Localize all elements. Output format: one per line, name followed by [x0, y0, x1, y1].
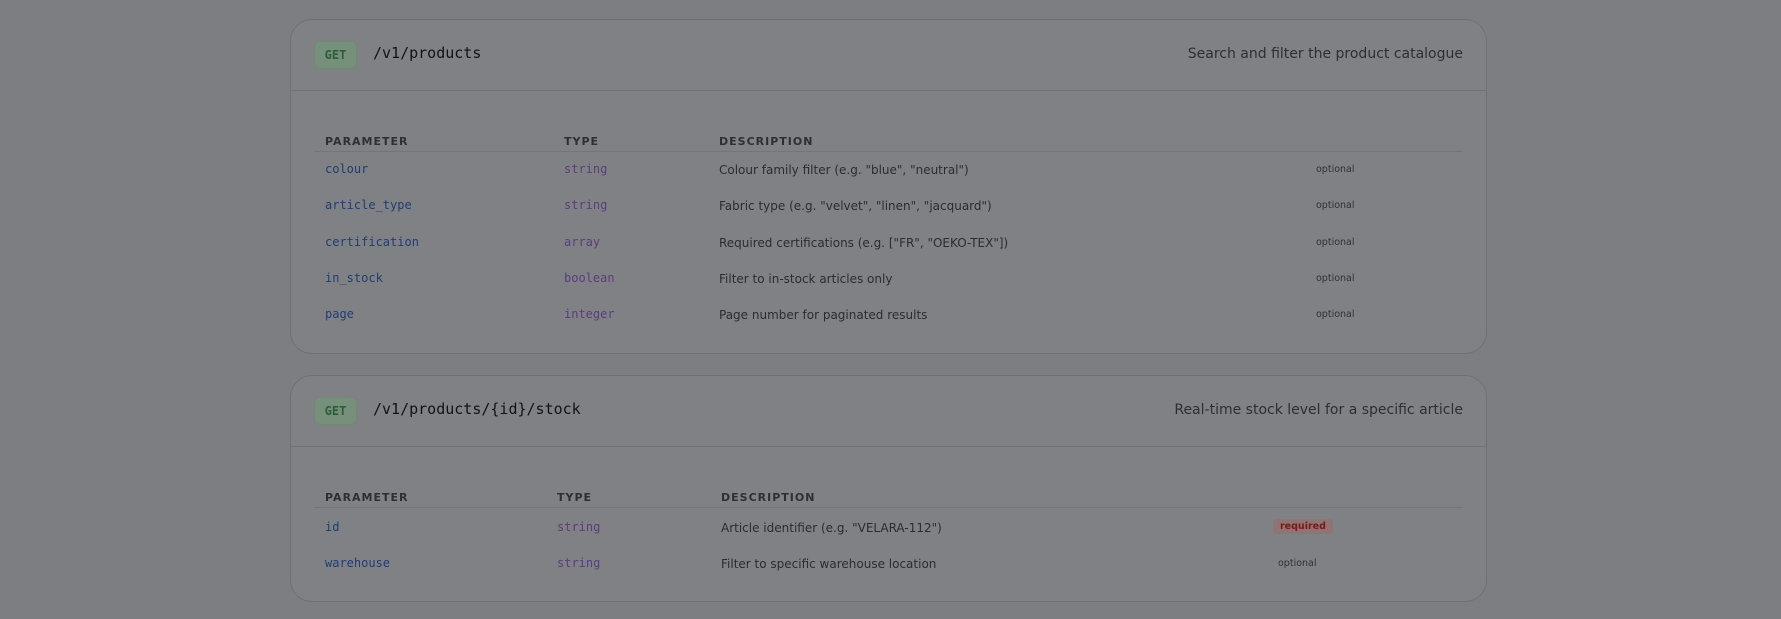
header-divider — [314, 507, 1463, 508]
param-name: article_type — [325, 198, 412, 212]
column-header-parameter: PARAMETER — [325, 135, 409, 148]
param-type: string — [557, 520, 601, 534]
required-badge: required — [1273, 519, 1333, 534]
param-description: Required certifications (e.g. ["FR", "OE… — [719, 236, 1009, 250]
endpoint-path: /v1/products/{id}/stock — [373, 400, 581, 418]
table-row: colour string Colour family filter (e.g.… — [314, 162, 1463, 182]
optional-badge: optional — [1316, 309, 1355, 320]
param-description: Filter to in-stock articles only — [719, 272, 893, 286]
param-description: Filter to specific warehouse location — [721, 557, 937, 571]
column-header-type: TYPE — [564, 135, 600, 148]
param-name: page — [325, 307, 354, 321]
column-header-description: DESCRIPTION — [719, 135, 814, 148]
table-row: warehouse string Filter to specific ware… — [314, 556, 1463, 576]
param-description: Fabric type (e.g. "velvet", "linen", "ja… — [719, 199, 992, 213]
optional-badge: optional — [1316, 273, 1355, 284]
param-description: Article identifier (e.g. "VELARA-112") — [721, 521, 942, 535]
table-row: certification array Required certificati… — [314, 235, 1463, 255]
method-badge-get: GET — [314, 397, 357, 425]
param-name: id — [325, 520, 340, 534]
optional-badge: optional — [1316, 237, 1355, 248]
optional-badge: optional — [1316, 200, 1355, 211]
endpoint-path: /v1/products — [373, 44, 482, 62]
optional-badge: optional — [1278, 558, 1317, 569]
param-description: Colour family filter (e.g. "blue", "neut… — [719, 163, 969, 177]
param-type: string — [564, 198, 608, 212]
api-docs-page: GET /v1/products Search and filter the p… — [0, 0, 1781, 619]
endpoint-header[interactable]: GET /v1/products Search and filter the p… — [291, 20, 1486, 91]
method-badge-get: GET — [314, 41, 357, 69]
column-header-description: DESCRIPTION — [721, 491, 816, 504]
endpoint-description: Real-time stock level for a specific art… — [1174, 402, 1463, 418]
param-description: Page number for paginated results — [719, 308, 928, 322]
header-divider — [314, 151, 1463, 152]
param-name: colour — [325, 162, 369, 176]
param-type: string — [564, 162, 608, 176]
param-name: certification — [325, 235, 419, 249]
endpoint-card-stock[interactable]: GET /v1/products/{id}/stock Real-time st… — [290, 375, 1487, 602]
param-type: boolean — [564, 271, 615, 285]
column-header-type: TYPE — [557, 491, 593, 504]
table-row: page integer Page number for paginated r… — [314, 307, 1463, 327]
param-name: warehouse — [325, 556, 391, 570]
table-row: id string Article identifier (e.g. "VELA… — [314, 519, 1463, 540]
endpoint-card-products[interactable]: GET /v1/products Search and filter the p… — [290, 19, 1487, 354]
column-header-parameter: PARAMETER — [325, 491, 409, 504]
endpoint-description: Search and filter the product catalogue — [1187, 46, 1463, 62]
endpoint-header[interactable]: GET /v1/products/{id}/stock Real-time st… — [291, 376, 1486, 447]
param-type: string — [557, 556, 601, 570]
param-type: array — [564, 235, 601, 249]
optional-badge: optional — [1316, 164, 1355, 175]
table-row: article_type string Fabric type (e.g. "v… — [314, 198, 1463, 218]
param-name: in_stock — [325, 271, 383, 285]
table-row: in_stock boolean Filter to in-stock arti… — [314, 271, 1463, 291]
param-type: integer — [564, 307, 615, 321]
